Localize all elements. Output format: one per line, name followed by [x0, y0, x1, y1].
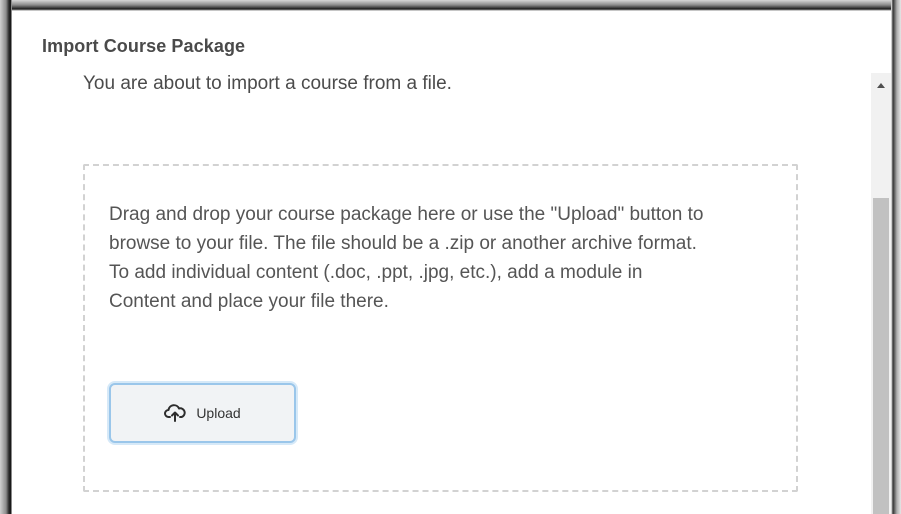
scrollbar-thumb[interactable]	[873, 198, 889, 514]
vertical-scrollbar[interactable]	[871, 73, 891, 514]
window-border-right	[891, 0, 901, 514]
upload-button-label: Upload	[196, 405, 241, 421]
upload-button[interactable]: Upload	[109, 383, 296, 443]
drop-zone-instructions: Drag and drop your course package here o…	[109, 204, 704, 312]
file-drop-zone[interactable]: Drag and drop your course package here o…	[83, 164, 798, 492]
window-border-left	[0, 0, 12, 514]
import-dialog: Import Course Package You are about to i…	[0, 0, 901, 514]
chevron-up-icon[interactable]	[871, 77, 891, 93]
cloud-upload-icon	[164, 404, 186, 422]
page-title: Import Course Package	[42, 36, 246, 56]
window-border-top	[0, 0, 901, 11]
page-subtitle: You are about to import a course from a …	[83, 73, 452, 94]
